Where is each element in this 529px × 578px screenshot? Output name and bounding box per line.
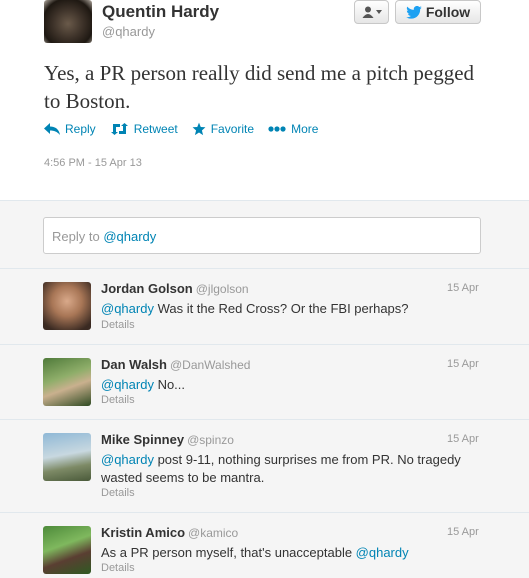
retweet-action[interactable]: Retweet <box>110 122 178 136</box>
reply-composer: Reply to @qhardy <box>0 201 529 269</box>
reply-author-name: Dan Walsh <box>101 357 167 372</box>
reply-mention: @qhardy <box>103 229 157 244</box>
reply-text-body: No... <box>153 377 186 392</box>
reply-date[interactable]: 15 Apr <box>447 433 479 445</box>
reply-mention[interactable]: @qhardy <box>101 452 154 467</box>
reply-text: @qhardy No... <box>101 376 461 394</box>
tweet-detail: Quentin Hardy @qhardy Follow Yes, a PR p… <box>0 0 529 201</box>
twitter-bird-icon <box>406 5 422 19</box>
more-label: More <box>291 122 319 136</box>
tweet-text: Yes, a PR person really did send me a pi… <box>44 61 475 113</box>
author-avatar[interactable] <box>44 0 92 43</box>
reply-text-body: Was it the Red Cross? Or the FBI perhaps… <box>153 301 409 316</box>
more-action[interactable]: More <box>268 122 318 136</box>
reply-author-handle: @spinzo <box>187 433 234 447</box>
reply-author-name: Jordan Golson <box>101 281 193 296</box>
reply-mention[interactable]: @qhardy <box>356 545 409 560</box>
retweet-icon <box>110 123 128 135</box>
favorite-action[interactable]: Favorite <box>192 122 254 136</box>
caret-down-icon <box>375 10 382 14</box>
reply-avatar[interactable] <box>43 526 91 574</box>
reply-item[interactable]: Kristin Amico @kamico 15 Apr As a PR pers… <box>0 513 529 578</box>
favorite-label: Favorite <box>210 122 255 136</box>
reply-text-body: post 9-11, nothing surprises me from PR.… <box>101 452 461 485</box>
reply-avatar[interactable] <box>43 358 91 406</box>
reply-item[interactable]: Mike Spinney @spinzo 15 Apr @qhardy post … <box>0 420 529 513</box>
reply-item[interactable]: Jordan Golson @jlgolson 15 Apr @qhardy Wa… <box>0 269 529 345</box>
reply-author[interactable]: Dan Walsh @DanWalshed <box>101 357 250 372</box>
reply-date[interactable]: 15 Apr <box>447 526 479 538</box>
more-dots-icon <box>268 126 286 132</box>
reply-input[interactable]: Reply to @qhardy <box>43 217 481 254</box>
reply-mention[interactable]: @qhardy <box>101 301 154 316</box>
reply-mention[interactable]: @qhardy <box>101 377 154 392</box>
reply-text: @qhardy post 9-11, nothing surprises me … <box>101 451 461 487</box>
tweet-actions: Reply Retweet Favorite More <box>44 122 318 136</box>
reply-author[interactable]: Mike Spinney @spinzo <box>101 432 234 447</box>
author-name[interactable]: Quentin Hardy <box>102 2 219 22</box>
reply-text-body: As a PR person myself, that's unacceptab… <box>101 545 356 560</box>
reply-avatar[interactable] <box>43 282 91 330</box>
reply-date[interactable]: 15 Apr <box>447 282 479 294</box>
reply-details-link[interactable]: Details <box>101 487 135 499</box>
reply-author-name: Kristin Amico <box>101 525 186 540</box>
reply-action[interactable]: Reply <box>44 122 96 136</box>
reply-label: Reply <box>65 122 96 136</box>
follow-button[interactable]: Follow <box>395 0 481 24</box>
reply-text: @qhardy Was it the Red Cross? Or the FBI… <box>101 300 461 318</box>
author-handle[interactable]: @qhardy <box>102 24 155 39</box>
reply-author-handle: @DanWalshed <box>169 358 251 372</box>
tweet-timestamp[interactable]: 4:56 PM - 15 Apr 13 <box>44 157 142 169</box>
reply-icon <box>44 123 60 135</box>
reply-item[interactable]: Dan Walsh @DanWalshed 15 Apr @qhardy No..… <box>0 345 529 420</box>
reply-author-handle: @jlgolson <box>195 282 249 296</box>
user-icon <box>362 6 373 18</box>
retweet-label: Retweet <box>133 122 178 136</box>
follow-label: Follow <box>425 4 471 20</box>
user-actions-button[interactable] <box>354 0 389 24</box>
star-icon <box>192 122 206 136</box>
reply-author-name: Mike Spinney <box>101 432 185 447</box>
reply-author[interactable]: Kristin Amico @kamico <box>101 525 238 540</box>
reply-text: As a PR person myself, that's unacceptab… <box>101 544 461 562</box>
reply-details-link[interactable]: Details <box>101 562 135 574</box>
reply-date[interactable]: 15 Apr <box>447 358 479 370</box>
reply-author[interactable]: Jordan Golson @jlgolson <box>101 281 249 296</box>
reply-details-link[interactable]: Details <box>101 394 135 406</box>
reply-avatar[interactable] <box>43 433 91 481</box>
reply-author-handle: @kamico <box>188 526 239 540</box>
reply-details-link[interactable]: Details <box>101 319 135 331</box>
reply-prefix: Reply to <box>52 229 100 244</box>
